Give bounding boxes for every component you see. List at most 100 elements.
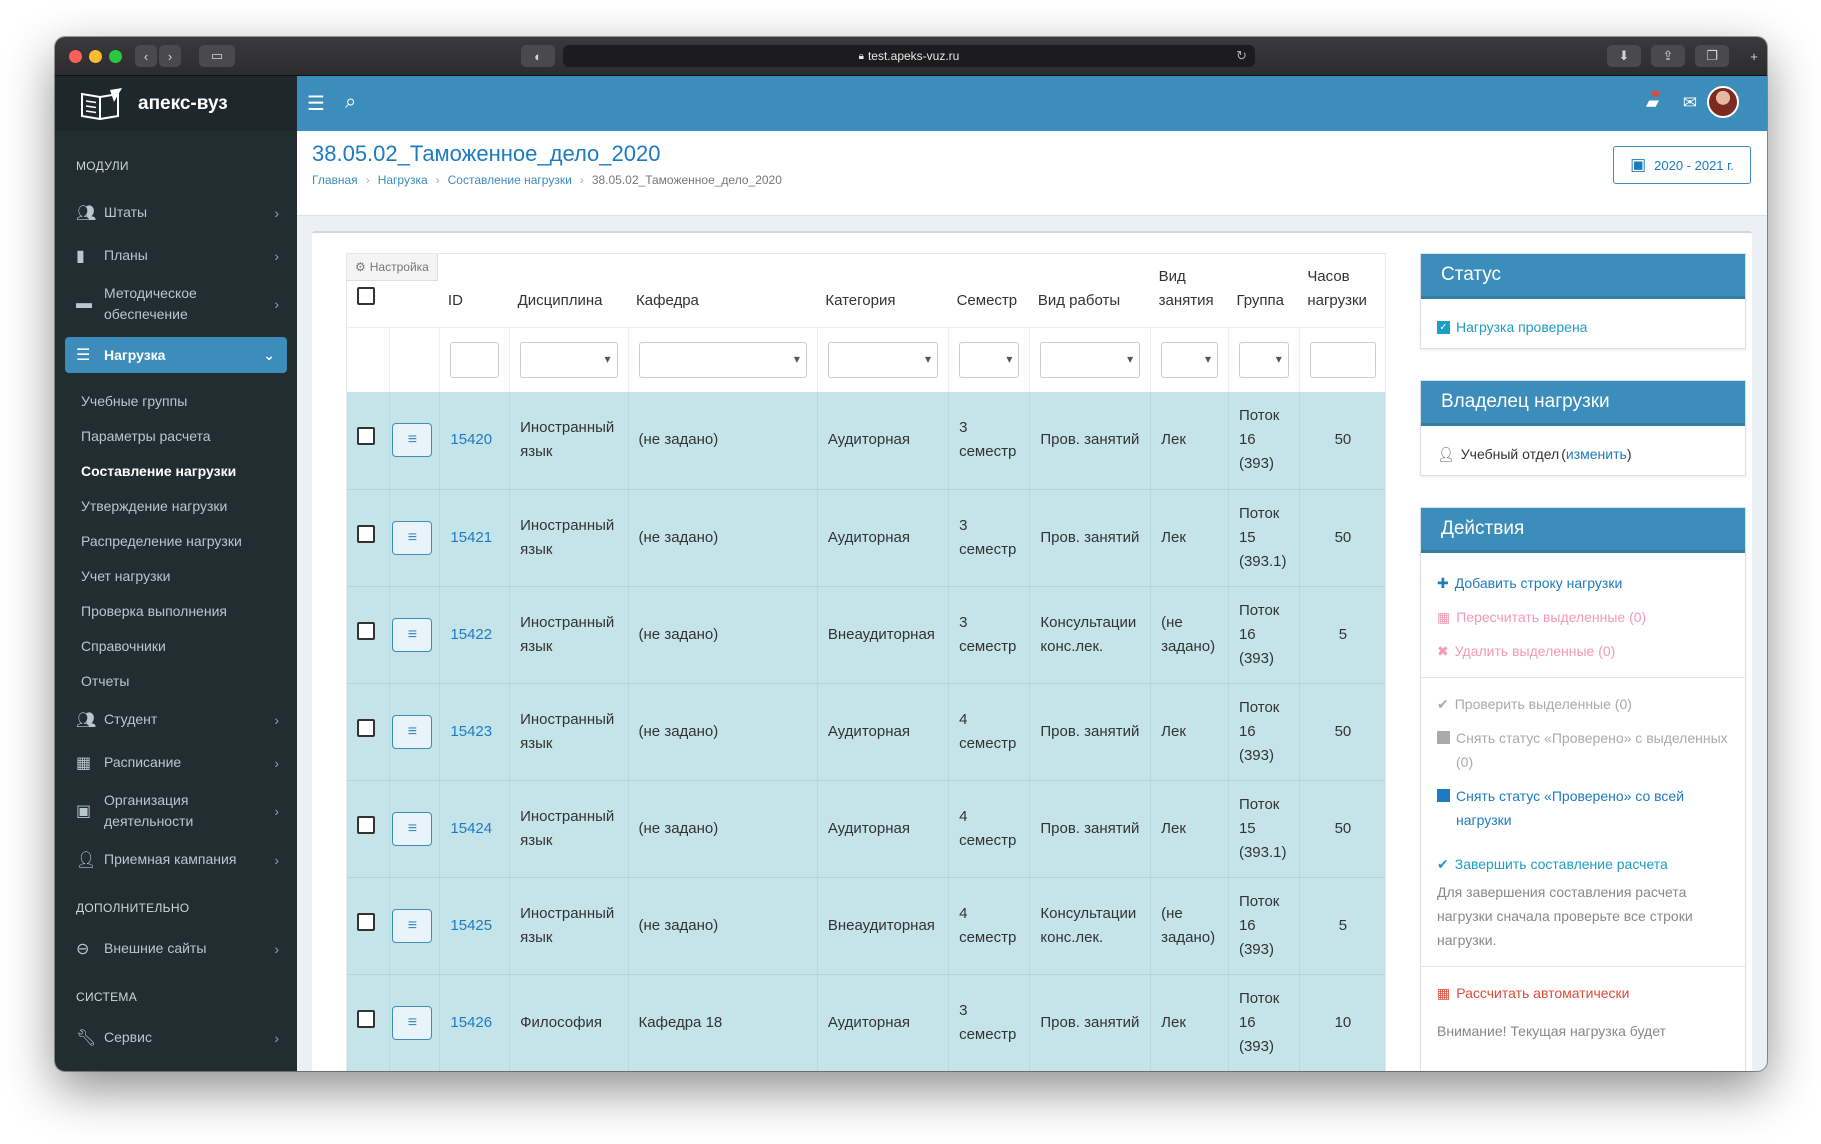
column-header-category[interactable]: Категория bbox=[817, 254, 948, 327]
row-menu-button[interactable]: ≡ bbox=[392, 617, 433, 652]
filter-department-select[interactable] bbox=[638, 341, 807, 378]
table-row[interactable]: ≡ 15426 Философия Кафедра 18 Аудиторная 3 сем… bbox=[347, 974, 1385, 1071]
row-menu-button[interactable]: ≡ bbox=[392, 811, 433, 846]
row-menu-button[interactable]: ≡ bbox=[392, 714, 433, 749]
column-header-discipline[interactable]: Дисциплина bbox=[510, 254, 628, 327]
tabs-overview-icon[interactable]: ❐ bbox=[1695, 45, 1729, 67]
sidebar-item-methodical[interactable]: ▬ Методическое обеспечение › bbox=[55, 277, 297, 331]
table-row[interactable]: ≡ 15421 Иностранный язык (не задано) Аудитор… bbox=[347, 489, 1385, 587]
table-row[interactable]: ≡ 15422 Иностранный язык (не задано) Внеауди… bbox=[347, 586, 1385, 684]
menu-toggle-icon[interactable]: ☰ bbox=[307, 91, 325, 116]
row-checkbox[interactable] bbox=[357, 1009, 375, 1028]
column-header-department[interactable]: Кафедра bbox=[628, 254, 817, 327]
row-checkbox[interactable] bbox=[357, 912, 375, 931]
sidebar-subitem-accounting[interactable]: Учет нагрузки bbox=[55, 558, 297, 593]
check-selected-button[interactable]: ✔ Проверить выделенные (0) bbox=[1421, 692, 1745, 716]
table-settings-button[interactable]: ⚙ Настройка bbox=[347, 254, 438, 281]
close-window-button[interactable] bbox=[69, 50, 82, 63]
breadcrumb-load[interactable]: Нагрузка bbox=[378, 173, 428, 187]
forward-button[interactable]: › bbox=[159, 45, 181, 67]
sidebar-subitem-approve[interactable]: Утверждение нагрузки bbox=[55, 488, 297, 523]
finish-button[interactable]: ✔ Завершить составление расчета bbox=[1421, 852, 1745, 876]
check-selected-label: Проверить выделенные (0) bbox=[1454, 696, 1632, 712]
row-id-link[interactable]: 15424 bbox=[450, 820, 492, 837]
share-icon[interactable]: ⇪ bbox=[1651, 45, 1685, 67]
row-checkbox[interactable] bbox=[357, 815, 375, 834]
table-row[interactable]: ≡ 15420 Иностранный язык (не задано) Аудитор… bbox=[347, 392, 1385, 490]
owner-change-link[interactable]: изменить bbox=[1566, 442, 1627, 466]
sidebar-subitem-calc-params[interactable]: Параметры расчета bbox=[55, 418, 297, 453]
filter-hours-input[interactable] bbox=[1309, 341, 1376, 378]
breadcrumb-compose[interactable]: Составление нагрузки bbox=[448, 173, 572, 187]
row-checkbox[interactable] bbox=[357, 427, 375, 446]
column-header-lesson-type[interactable]: Вид занятия bbox=[1151, 254, 1229, 327]
filter-lesson-type-select[interactable] bbox=[1161, 341, 1218, 378]
sidebar-subitem-check[interactable]: Проверка выполнения bbox=[55, 593, 297, 628]
avatar[interactable] bbox=[1707, 86, 1739, 118]
add-row-button[interactable]: ✚ Добавить строку нагрузки bbox=[1421, 571, 1745, 595]
breadcrumb-home[interactable]: Главная bbox=[312, 173, 358, 187]
mail-icon[interactable]: ✉ bbox=[1683, 93, 1697, 113]
maximize-window-button[interactable] bbox=[109, 50, 122, 63]
filter-discipline-select[interactable] bbox=[520, 341, 618, 378]
filter-work-type-select[interactable] bbox=[1040, 341, 1141, 378]
recalc-selected-button[interactable]: ▦ Пересчитать выделенные (0) bbox=[1421, 605, 1745, 629]
filter-semester-select[interactable] bbox=[959, 341, 1020, 378]
column-header-work-type[interactable]: Вид работы bbox=[1030, 254, 1151, 327]
row-menu-button[interactable]: ≡ bbox=[392, 423, 433, 458]
sidebar-item-service[interactable]: 🔧︎ Сервис › bbox=[55, 1016, 297, 1059]
academic-year-button[interactable]: ▣ 2020 - 2021 г. bbox=[1613, 146, 1751, 184]
row-checkbox[interactable] bbox=[357, 718, 375, 737]
delete-selected-button[interactable]: ✖ Удалить выделенные (0) bbox=[1421, 639, 1745, 663]
sidebar-item-load[interactable]: ☰ Нагрузка ⌄ bbox=[65, 337, 287, 373]
row-id-link[interactable]: 15421 bbox=[450, 529, 492, 546]
filter-group-select[interactable] bbox=[1238, 341, 1289, 378]
sidebar-subitem-groups[interactable]: Учебные группы bbox=[55, 383, 297, 418]
row-checkbox[interactable] bbox=[357, 524, 375, 543]
row-menu-button[interactable]: ≡ bbox=[392, 520, 433, 555]
row-checkbox[interactable] bbox=[357, 621, 375, 640]
sidebar-item-plans[interactable]: ▮ Планы › bbox=[55, 234, 297, 277]
table-row[interactable]: ≡ 15424 Иностранный язык (не задано) Аудитор… bbox=[347, 780, 1385, 878]
sidebar-subitem-references[interactable]: Справочники bbox=[55, 628, 297, 663]
sidebar-item-organization[interactable]: ▣ Организация деятельности › bbox=[55, 784, 297, 838]
filter-id-input[interactable] bbox=[450, 341, 500, 378]
sidebar-item-label: Расписание bbox=[104, 754, 182, 770]
select-all-checkbox[interactable] bbox=[357, 286, 375, 305]
address-bar[interactable]: 🔒︎ test.apeks-vuz.ru ↻ bbox=[563, 45, 1255, 67]
reload-icon[interactable]: ↻ bbox=[1236, 48, 1247, 64]
table-row[interactable]: ≡ 15425 Иностранный язык (не задано) Внеауди… bbox=[347, 877, 1385, 975]
row-menu-button[interactable]: ≡ bbox=[392, 908, 433, 943]
row-id-link[interactable]: 15423 bbox=[450, 723, 492, 740]
minimize-window-button[interactable] bbox=[89, 50, 102, 63]
column-header-semester[interactable]: Семестр bbox=[949, 254, 1030, 327]
sidebar-subitem-distribute[interactable]: Распределение нагрузки bbox=[55, 523, 297, 558]
row-menu-button[interactable]: ≡ bbox=[392, 1005, 433, 1040]
column-header-hours[interactable]: Часов нагрузки bbox=[1299, 254, 1385, 327]
uncheck-all-button[interactable]: Снять статус «Проверено» со всей нагрузк… bbox=[1421, 784, 1745, 832]
back-button[interactable]: ‹ bbox=[135, 45, 157, 67]
row-id-link[interactable]: 15426 bbox=[450, 1014, 492, 1031]
column-header-group[interactable]: Группа bbox=[1228, 254, 1299, 327]
download-icon[interactable]: ⬇ bbox=[1607, 45, 1641, 67]
row-id-link[interactable]: 15425 bbox=[450, 917, 492, 934]
uncheck-selected-button[interactable]: Снять статус «Проверено» с выделенных (0… bbox=[1421, 726, 1745, 774]
sidebar-item-schedule[interactable]: ▦ Расписание › bbox=[55, 741, 297, 784]
auto-calc-button[interactable]: ▦ Рассчитать автоматически bbox=[1421, 981, 1745, 1005]
sidebar-toggle-icon[interactable]: ▭ bbox=[199, 45, 235, 67]
app-logo[interactable]: апекс-вуз bbox=[55, 76, 297, 131]
search-icon[interactable]: ⌕ bbox=[345, 91, 356, 114]
sidebar-item-external-sites[interactable]: ⊖ Внешние сайты › bbox=[55, 927, 297, 970]
sidebar-subitem-compose[interactable]: Составление нагрузки bbox=[55, 453, 297, 488]
column-header-id[interactable]: ID bbox=[440, 254, 510, 327]
filter-category-select[interactable] bbox=[827, 341, 939, 378]
sidebar-subitem-reports[interactable]: Отчеты bbox=[55, 663, 297, 698]
sidebar-item-admission[interactable]: 👤︎ Приемная кампания › bbox=[55, 838, 297, 881]
row-id-link[interactable]: 15422 bbox=[450, 626, 492, 643]
table-row[interactable]: ≡ 15423 Иностранный язык (не задано) Аудитор… bbox=[347, 683, 1385, 781]
privacy-shield-icon[interactable]: ◐ bbox=[521, 45, 555, 67]
row-id-link[interactable]: 15420 bbox=[450, 431, 492, 448]
sidebar-item-staff[interactable]: 👥︎ Штаты › bbox=[55, 191, 297, 234]
sidebar-item-student[interactable]: 👥︎ Студент › bbox=[55, 698, 297, 741]
new-tab-icon[interactable]: + bbox=[1743, 45, 1765, 67]
